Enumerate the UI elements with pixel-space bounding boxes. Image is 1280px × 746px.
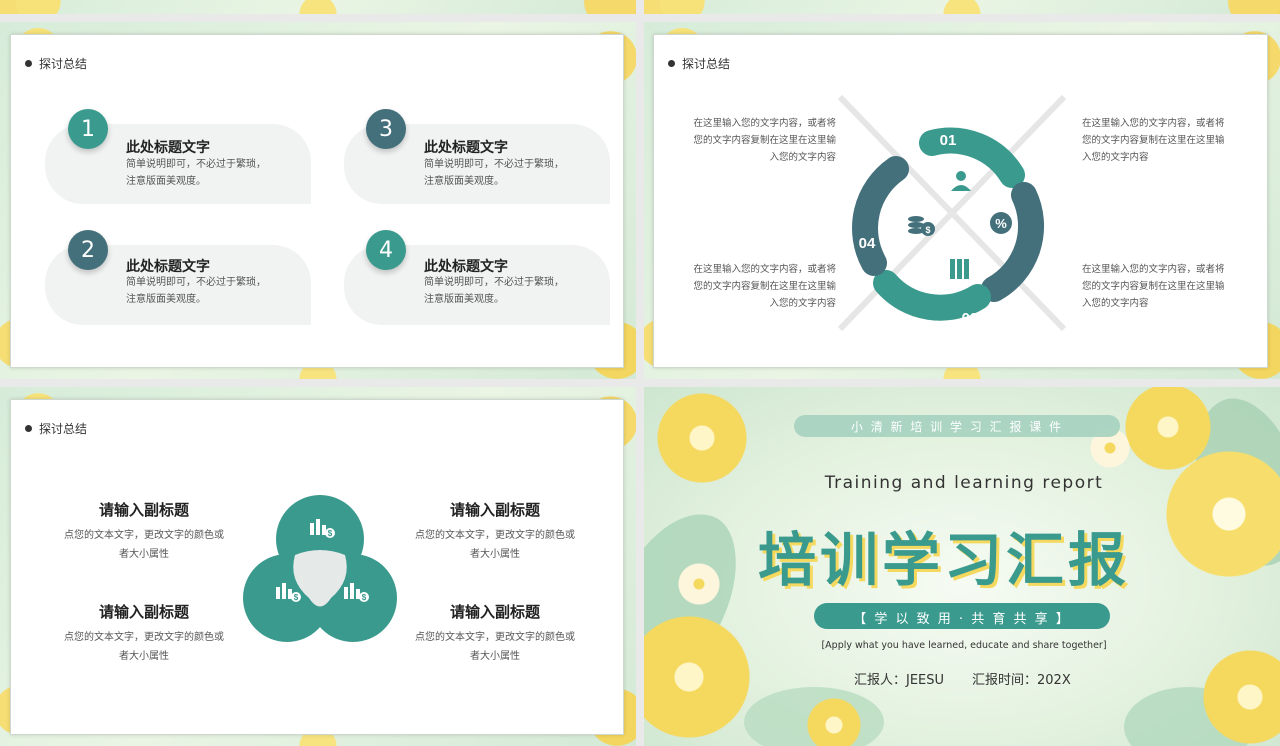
item-desc-2: 简单说明即可，不必过于繁琐， 注意版面美观度。 xyxy=(126,277,266,305)
ring-diagram: 01 02 03 04 % $ xyxy=(837,94,1067,332)
bullet-dot xyxy=(25,60,32,67)
segment-label-04: 04 xyxy=(859,235,876,252)
slide-cover[interactable]: 小 清 新 培 训 学 习 汇 报 课 件 Training and learn… xyxy=(644,387,1280,746)
slide-label: 探讨总结 xyxy=(25,420,87,437)
svg-text:$: $ xyxy=(925,225,930,235)
text-para-top-right: 在这里输入您的文字内容，或者将 您的文字内容复制在这里在这里输 入您的文字内容 xyxy=(1082,118,1225,163)
partial-slide-top-right xyxy=(644,0,1280,14)
subtitle-bottom-right: 请输入副标题 xyxy=(449,603,540,621)
subtitle-bottom-left: 请输入副标题 xyxy=(98,603,189,621)
reporter-text: 汇报人：JEESU xyxy=(854,673,945,688)
flower-decoration xyxy=(644,612,754,742)
ring-segment-03 xyxy=(873,270,991,321)
slide-numbered-items[interactable]: 探讨总结 1 此处标题文字 简单说明即可，不必过于繁琐， 注意版面美观度。 2 此… xyxy=(0,22,636,379)
coins-icon: $ xyxy=(908,216,935,236)
item-title-1: 此处标题文字 xyxy=(126,140,210,156)
flower-decoration xyxy=(1164,449,1280,579)
flower-decoration xyxy=(804,695,864,746)
venn-diagram: $ $ $ xyxy=(243,495,397,642)
item-desc-3: 简单说明即可，不必过于繁琐， 注意版面美观度。 xyxy=(424,159,564,187)
slide-content-card: 探讨总结 请输入副标题 点您的文本文字，更改文字的颜色或 者大小属性 请输入副标题… xyxy=(10,399,624,735)
svg-text:%: % xyxy=(995,216,1007,231)
slide-ring-diagram[interactable]: 探讨总结 在这里输入您的文字内容，或者将 您的文字内容复制在这里在这里输 入您的文字… xyxy=(644,22,1280,379)
number-badge-3: 3 xyxy=(366,109,406,149)
tagline-text: 小 清 新 培 训 学 习 汇 报 课 件 xyxy=(850,420,1064,434)
flower-decoration xyxy=(674,559,724,609)
item-title-4: 此处标题文字 xyxy=(424,259,508,275)
slide-content-card: 探讨总结 在这里输入您的文字内容，或者将 您的文字内容复制在这里在这里输 入您的文字… xyxy=(653,34,1268,368)
flower-decoration xyxy=(652,393,752,483)
subdesc-bottom-right: 点您的文本文字，更改文字的颜色或 者大小属性 xyxy=(415,632,575,662)
english-title: Training and learning report xyxy=(824,473,1104,493)
motto-english: [Apply what you have learned, educate an… xyxy=(821,640,1107,651)
chinese-title: 培训学习汇报 xyxy=(757,526,1130,594)
segment-label-03: 03 xyxy=(962,310,979,327)
dollar-sign-left: $ xyxy=(294,593,299,602)
segment-label-02: 02 xyxy=(1045,206,1062,223)
partial-slide-top-left xyxy=(0,0,636,14)
subtitle-top-right: 请输入副标题 xyxy=(449,501,540,519)
slide-label: 探讨总结 xyxy=(668,55,730,72)
subtitle-top-left: 请输入副标题 xyxy=(98,501,189,519)
bullet-dot xyxy=(668,60,675,67)
text-para-bottom-left: 在这里输入您的文字内容，或者将 您的文字内容复制在这里在这里输 入您的文字内容 xyxy=(693,264,836,309)
subdesc-top-left: 点您的文本文字，更改文字的颜色或 者大小属性 xyxy=(64,530,224,560)
segment-label-01: 01 xyxy=(940,132,957,149)
subdesc-top-right: 点您的文本文字，更改文字的颜色或 者大小属性 xyxy=(415,530,575,560)
number-badge-1: 1 xyxy=(68,109,108,149)
report-time-text: 汇报时间：202X xyxy=(972,673,1071,688)
user-icon xyxy=(951,171,971,191)
item-title-3: 此处标题文字 xyxy=(424,140,508,156)
number-badge-4: 4 xyxy=(366,230,406,270)
bullet-dot xyxy=(25,425,32,432)
slide-venn-diagram[interactable]: 探讨总结 请输入副标题 点您的文本文字，更改文字的颜色或 者大小属性 请输入副标题… xyxy=(0,387,636,746)
item-desc-1: 简单说明即可，不必过于繁琐， 注意版面美观度。 xyxy=(126,159,266,187)
percent-icon: % xyxy=(990,212,1012,234)
slide-content-card: 探讨总结 1 此处标题文字 简单说明即可，不必过于繁琐， 注意版面美观度。 2 此… xyxy=(10,34,624,368)
text-para-bottom-right: 在这里输入您的文字内容，或者将 您的文字内容复制在这里在这里输 入您的文字内容 xyxy=(1082,264,1225,309)
text-para-top-left: 在这里输入您的文字内容，或者将 您的文字内容复制在这里在这里输 入您的文字内容 xyxy=(693,118,836,163)
number-badge-2: 2 xyxy=(68,230,108,270)
dollar-sign-top: $ xyxy=(328,529,333,538)
subdesc-bottom-left: 点您的文本文字，更改文字的颜色或 者大小属性 xyxy=(64,632,224,662)
motto-text: 【 学 以 致 用 · 共 育 共 享 】 xyxy=(853,612,1071,627)
slide-label: 探讨总结 xyxy=(25,55,87,72)
ring-segment-02 xyxy=(981,182,1045,302)
item-title-2: 此处标题文字 xyxy=(126,259,210,275)
books-icon xyxy=(950,259,969,279)
dollar-sign-right: $ xyxy=(362,593,367,602)
item-desc-4: 简单说明即可，不必过于繁琐， 注意版面美观度。 xyxy=(424,277,564,305)
